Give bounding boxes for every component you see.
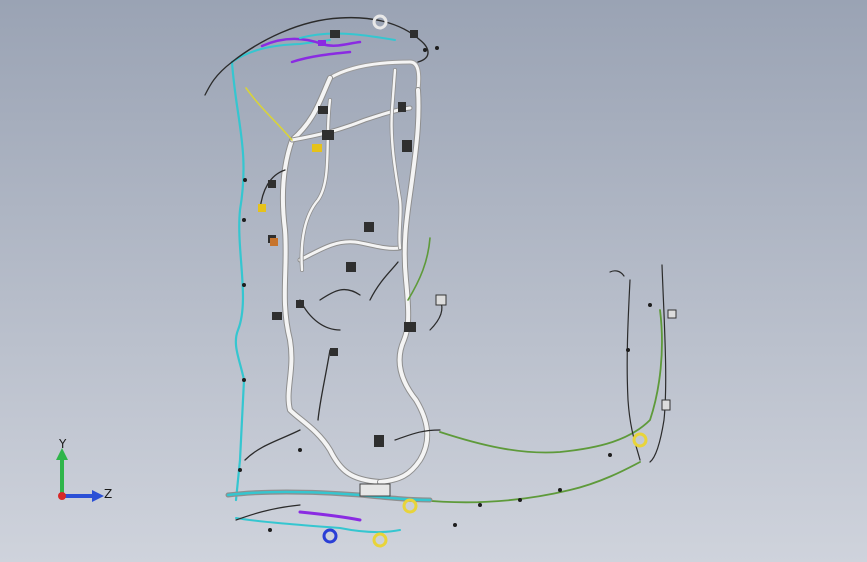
green-branch-right	[439, 309, 663, 454]
purple-branch-top-2	[290, 50, 352, 64]
x-axis-dot	[58, 492, 66, 500]
green-branch-far-right	[419, 461, 641, 504]
z-axis-label: Z	[104, 487, 112, 501]
wire-harness-model[interactable]	[0, 0, 867, 562]
cyan-top-segment	[299, 32, 396, 41]
cyan-branch-left	[230, 60, 246, 502]
y-axis-label: Y	[58, 438, 67, 451]
z-axis-arrowhead	[92, 490, 104, 502]
accessories	[258, 14, 648, 548]
green-branch-upper	[407, 237, 431, 301]
cad-viewport[interactable]: Y Z	[0, 0, 867, 562]
bottom-purple	[298, 510, 362, 522]
orientation-triad: Y Z	[56, 438, 112, 502]
main-trunk-top	[327, 59, 422, 93]
clips	[238, 46, 652, 532]
